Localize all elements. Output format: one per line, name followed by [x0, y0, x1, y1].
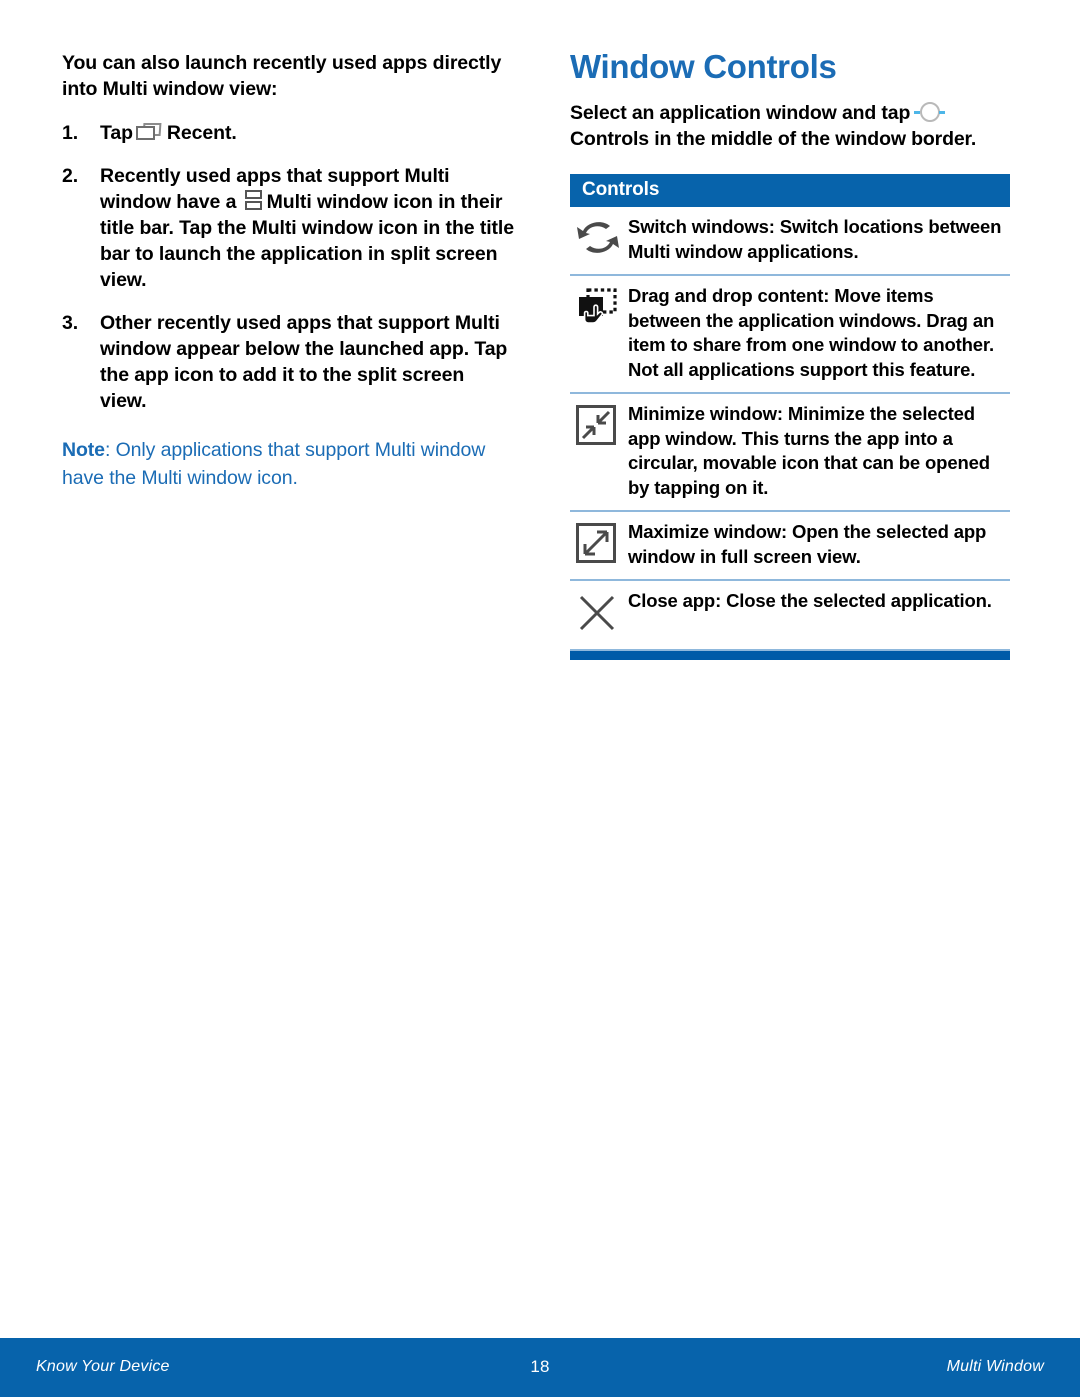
row-text-cell: Switch windows: Switch locations between… — [628, 215, 1010, 264]
step-text-before: Tap — [100, 122, 133, 144]
row-label: Drag and drop content — [628, 285, 824, 306]
note-label: Note — [62, 439, 105, 461]
row-description: : Close the selected application. — [715, 590, 992, 611]
intro-text-after: in the middle of the window border. — [654, 128, 977, 150]
list-item: 3. Other recently used apps that support… — [62, 310, 514, 414]
controls-circle-icon — [914, 102, 946, 124]
row-label: Close app — [628, 590, 716, 611]
row-text-cell: Maximize window: Open the selected app w… — [628, 520, 1010, 569]
step-number: 2. — [62, 165, 79, 187]
step-text-before: Other recently used apps that support Mu… — [100, 312, 508, 412]
row-icon-cell — [570, 589, 628, 639]
row-icon-cell — [570, 284, 628, 334]
table-row: Maximize window: Open the selected app w… — [570, 512, 1010, 581]
table-header: Controls — [570, 174, 1010, 207]
table-row: Close app: Close the selected applicatio… — [570, 581, 1010, 651]
close-app-icon — [579, 595, 615, 631]
maximize-window-icon — [576, 523, 616, 563]
table-row: Minimize window: Minimize the selected a… — [570, 394, 1010, 512]
table-bottom-bar — [570, 651, 1010, 660]
table-row: Drag and drop content: Move items betwee… — [570, 276, 1010, 394]
right-intro-paragraph: Select an application window and tap Cont… — [570, 100, 1010, 152]
list-item: 1. Tap Recent. — [62, 120, 514, 146]
step-bold-label: Multi window — [266, 191, 388, 213]
step-text-after: . — [231, 122, 237, 144]
step-number: 1. — [62, 122, 79, 144]
row-icon-cell — [570, 402, 628, 445]
row-text-cell: Minimize window: Minimize the selected a… — [628, 402, 1010, 500]
row-icon-cell — [570, 215, 628, 263]
row-icon-cell — [570, 520, 628, 563]
row-label: Switch windows — [628, 216, 769, 237]
numbered-steps-list: 1. Tap Recent. 2. Recently used apps that… — [62, 120, 514, 414]
note-block: Note: Only applications that support Mul… — [62, 436, 514, 492]
left-column: You can also launch recently used apps d… — [62, 50, 514, 512]
recent-icon — [135, 123, 162, 142]
intro-bold-label: Controls — [570, 128, 649, 150]
left-intro-paragraph: You can also launch recently used apps d… — [62, 52, 502, 100]
table-row: Switch windows: Switch locations between… — [570, 207, 1010, 276]
list-item: 2. Recently used apps that support Multi… — [62, 163, 514, 293]
minimize-window-icon — [576, 405, 616, 445]
step-number: 3. — [62, 312, 79, 334]
page-number: 18 — [530, 1357, 550, 1376]
multi-window-icon — [244, 190, 262, 211]
row-text-cell: Drag and drop content: Move items betwee… — [628, 284, 1010, 382]
switch-windows-icon — [577, 222, 619, 253]
step-bold-label: Recent — [166, 122, 232, 144]
right-column: Window Controls Select an application wi… — [570, 48, 1010, 660]
note-text: : Only applications that support Multi w… — [62, 439, 486, 489]
page-footer: Know Your Device 18 Multi Window — [0, 1338, 1080, 1397]
row-label: Maximize window — [628, 521, 781, 542]
document-page: You can also launch recently used apps d… — [0, 0, 1080, 1338]
controls-table: Controls Switch windows: Switch location… — [570, 174, 1010, 660]
page-title: Window Controls — [570, 48, 837, 85]
drag-drop-icon — [579, 288, 617, 324]
footer-chapter-label: Multi Window — [946, 1358, 1044, 1375]
intro-text-before: Select an application window and tap — [570, 102, 911, 124]
row-label: Minimize window — [628, 403, 777, 424]
row-text-cell: Close app: Close the selected applicatio… — [628, 589, 996, 614]
